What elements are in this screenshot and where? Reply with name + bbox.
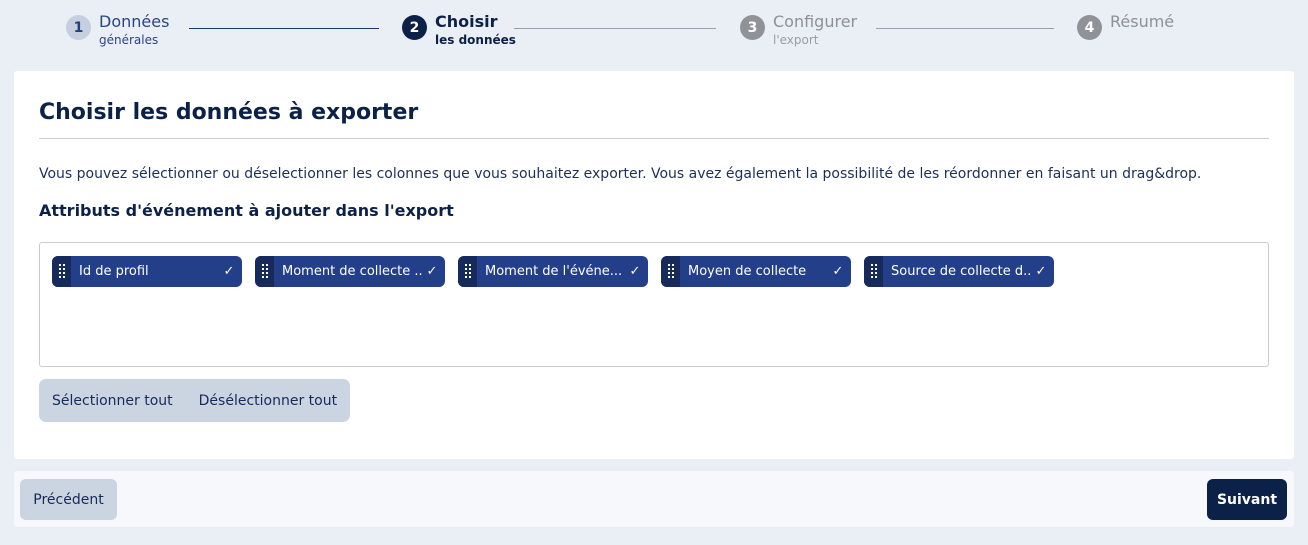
- select-all-button[interactable]: Sélectionner tout: [52, 393, 173, 409]
- export-stepper: 1 Données générales 2 Choisir les donnée…: [0, 0, 1308, 62]
- chip-label: Moyen de collecte: [688, 264, 807, 279]
- title-divider: [39, 138, 1269, 139]
- attribute-chip-collection-moment[interactable]: Moment de collecte ... ✓: [255, 256, 445, 287]
- step-number-4: 4: [1077, 15, 1102, 40]
- drag-handle-icon[interactable]: [864, 256, 883, 287]
- choose-data-card: Choisir les données à exporter Vous pouv…: [14, 71, 1294, 459]
- section-title: Attributs d'événement à ajouter dans l'e…: [39, 201, 454, 220]
- step-connector: [189, 28, 379, 29]
- check-icon[interactable]: ✓: [423, 264, 445, 279]
- step-connector: [876, 28, 1054, 29]
- step-number-2: 2: [402, 15, 427, 40]
- previous-button[interactable]: Précédent: [20, 479, 117, 520]
- attribute-chip-collection-means[interactable]: Moyen de collecte ✓: [661, 256, 851, 287]
- attribute-chip-list: Id de profil ✓ Moment de collecte ... ✓ …: [52, 256, 1054, 287]
- step-subtitle: générales: [99, 33, 159, 47]
- deselect-all-button[interactable]: Désélectionner tout: [199, 393, 337, 409]
- wizard-footer: Précédent Suivant: [14, 471, 1294, 527]
- drag-handle-icon[interactable]: [52, 256, 71, 287]
- chip-label: Id de profil: [79, 264, 149, 279]
- attribute-chip-profile-id[interactable]: Id de profil ✓: [52, 256, 242, 287]
- step-choose-data[interactable]: 2 Choisir les données: [402, 14, 516, 46]
- step-title: Données: [99, 12, 170, 31]
- step-number-3: 3: [740, 15, 765, 40]
- attribute-chip-collection-source[interactable]: Source de collecte d... ✓: [864, 256, 1054, 287]
- selection-button-group: Sélectionner tout Désélectionner tout: [39, 379, 351, 422]
- step-title: Configurer: [773, 12, 858, 31]
- drag-handle-icon[interactable]: [458, 256, 477, 287]
- check-icon[interactable]: ✓: [829, 264, 851, 279]
- attributes-drop-zone[interactable]: Id de profil ✓ Moment de collecte ... ✓ …: [39, 242, 1269, 367]
- check-icon[interactable]: ✓: [220, 264, 242, 279]
- step-title: Choisir: [435, 12, 498, 31]
- next-button[interactable]: Suivant: [1207, 479, 1287, 520]
- step-summary[interactable]: 4 Résumé: [1077, 14, 1174, 40]
- check-icon[interactable]: ✓: [1032, 264, 1054, 279]
- chip-label: Source de collecte d...: [891, 264, 1032, 279]
- instructions-text: Vous pouvez sélectionner ou déselectionn…: [39, 166, 1202, 182]
- chip-label: Moment de collecte ...: [282, 264, 423, 279]
- drag-handle-icon[interactable]: [255, 256, 274, 287]
- step-subtitle: les données: [435, 33, 516, 47]
- step-subtitle: l'export: [773, 33, 819, 47]
- step-connector: [514, 28, 716, 29]
- step-general-data[interactable]: 1 Données générales: [66, 14, 169, 46]
- attribute-chip-event-moment[interactable]: Moment de l'événe... ✓: [458, 256, 648, 287]
- step-configure-export[interactable]: 3 Configurer l'export: [740, 14, 857, 46]
- step-number-1: 1: [66, 15, 91, 40]
- step-title: Résumé: [1110, 12, 1175, 31]
- chip-label: Moment de l'événe...: [485, 264, 623, 279]
- check-icon[interactable]: ✓: [626, 264, 648, 279]
- page-title: Choisir les données à exporter: [39, 100, 419, 125]
- drag-handle-icon[interactable]: [661, 256, 680, 287]
